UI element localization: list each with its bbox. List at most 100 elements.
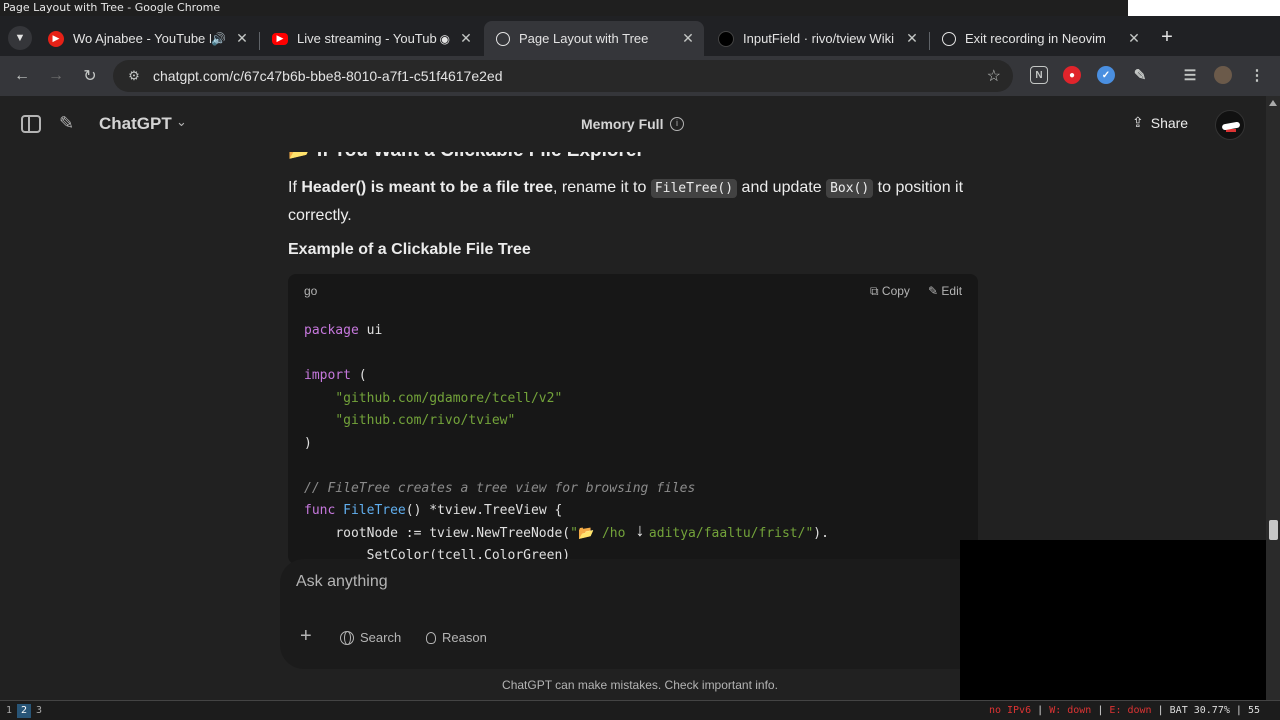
attach-plus-icon[interactable]: +: [300, 625, 312, 648]
youtube-music-icon: ▶: [48, 30, 64, 47]
reload-icon[interactable]: ↻: [78, 64, 102, 88]
tab-strip: ▼ ▶ Wo Ajnabee - YouTube M 🔊 ✕ ▶ Live st…: [0, 16, 1280, 56]
sidebar-toggle-icon[interactable]: [21, 115, 41, 133]
tab-live-streaming[interactable]: ▶ Live streaming - YouTub ◉ ✕: [260, 21, 482, 56]
tab-exit-recording[interactable]: Exit recording in Neovim ✕: [930, 21, 1150, 56]
scrollbar-thumb[interactable]: [1269, 520, 1278, 540]
new-tab-plus-icon[interactable]: +: [1155, 25, 1179, 49]
copy-icon: ⧉: [870, 284, 879, 298]
prompt-input[interactable]: Ask anything: [296, 573, 388, 591]
reason-label: Reason: [442, 630, 487, 645]
scroll-down-arrow-icon[interactable]: ↓: [626, 520, 654, 548]
code-token: "github.com/rivo/tview": [335, 413, 516, 428]
code-token: ): [304, 435, 312, 451]
bolt-extension-icon[interactable]: ✓: [1097, 66, 1115, 84]
tab-youtube-music[interactable]: ▶ Wo Ajnabee - YouTube M 🔊 ✕: [36, 21, 258, 56]
scroll-up-icon[interactable]: [1269, 100, 1277, 106]
info-icon[interactable]: i: [670, 117, 684, 131]
model-selector[interactable]: ChatGPT: [99, 114, 172, 134]
bookmark-star-icon[interactable]: ☆: [987, 66, 1001, 86]
workspace-2[interactable]: 2: [17, 704, 31, 718]
paragraph: If Header() is meant to be a file tree, …: [288, 174, 978, 229]
code-token: ).: [813, 525, 829, 541]
memory-status[interactable]: Memory Full: [581, 116, 663, 132]
share-button[interactable]: ⇪ Share: [1132, 114, 1188, 131]
tab-title: Wo Ajnabee - YouTube M: [73, 31, 212, 46]
copy-label: Copy: [881, 284, 910, 298]
code-token: package: [304, 323, 359, 338]
code-comment: // FileTree creates a tree view for brow…: [304, 480, 696, 496]
battery-status: BAT 30.77%: [1169, 705, 1230, 716]
forward-arrow-icon[interactable]: →: [44, 64, 68, 88]
close-tab-icon[interactable]: ✕: [902, 30, 922, 47]
browser-toolbar: ← → ↻ ⚙ chatgpt.com/c/67c47b6b-bbe8-8010…: [0, 56, 1280, 96]
youtube-icon: ▶: [272, 32, 288, 45]
tab-search-chevron-icon[interactable]: ▼: [8, 26, 32, 50]
url-text[interactable]: chatgpt.com/c/67c47b6b-bbe8-8010-a7f1-c5…: [153, 68, 502, 84]
ethernet-status: E: down: [1109, 705, 1152, 716]
speaker-icon[interactable]: 🔊: [211, 32, 226, 46]
inline-code: Box(): [826, 179, 874, 198]
workspace-3[interactable]: 3: [32, 704, 46, 718]
code-token: "📂 /ho aditya/faaltu/frist/": [570, 525, 814, 541]
search-label: Search: [360, 630, 402, 645]
example-heading: Example of a Clickable File Tree: [288, 241, 531, 258]
close-tab-icon[interactable]: ✕: [678, 30, 698, 47]
edit-code-button[interactable]: ✎ Edit: [928, 284, 962, 298]
code-token: ui: [358, 323, 383, 338]
code-token: import: [304, 368, 351, 383]
edit-label: Edit: [941, 284, 963, 298]
tab-title: Page Layout with Tree: [519, 31, 649, 46]
tab-title: Live streaming - YouTub: [297, 31, 437, 46]
site-settings-icon[interactable]: ⚙: [119, 68, 149, 84]
copy-code-button[interactable]: ⧉ Copy: [870, 284, 910, 299]
desktop-status-bar: 1 2 3 no IPv6 | W: down | E: down | BAT …: [0, 700, 1280, 720]
reason-button[interactable]: Reason: [426, 630, 487, 645]
tab-title: Exit recording in Neovim: [965, 31, 1106, 46]
search-button[interactable]: Search: [340, 630, 401, 645]
code-token: func: [304, 503, 336, 518]
recording-icon: ◉: [439, 31, 450, 46]
code-language: go: [304, 284, 318, 298]
user-avatar[interactable]: [1215, 110, 1245, 140]
close-tab-icon[interactable]: ✕: [232, 30, 252, 47]
page-scrollbar[interactable]: [1266, 96, 1280, 700]
status-extra: 55: [1247, 705, 1260, 716]
para-text: If: [288, 179, 302, 196]
ipv6-status: no IPv6: [988, 705, 1032, 716]
code-content: package ui import ( "github.com/gdamore/…: [304, 320, 829, 564]
code-token: rootNode := tview.NewTreeNode(: [335, 525, 571, 541]
chrome-menu-icon[interactable]: ⋮: [1248, 66, 1266, 84]
para-bold: Header() is meant to be a file tree: [301, 179, 553, 196]
address-bar[interactable]: ⚙ chatgpt.com/c/67c47b6b-bbe8-8010-a7f1-…: [113, 60, 1013, 92]
inline-code: FileTree(): [650, 179, 738, 198]
profile-avatar[interactable]: [1214, 66, 1232, 84]
chevron-down-icon[interactable]: ⌄: [176, 114, 187, 130]
notion-extension-icon[interactable]: N: [1030, 66, 1048, 84]
new-chat-icon[interactable]: ✎: [59, 113, 81, 135]
code-token: (: [350, 368, 367, 383]
para-text: , rename it to: [552, 179, 651, 196]
back-arrow-icon[interactable]: ←: [10, 64, 34, 88]
share-upload-icon: ⇪: [1132, 114, 1144, 130]
close-tab-icon[interactable]: ✕: [456, 30, 476, 47]
chatgpt-icon: [496, 31, 510, 46]
chatgpt-header: ✎ ChatGPT ⌄ Memory Full i ⇪ Share: [0, 96, 1266, 152]
record-extension-icon[interactable]: ●: [1063, 66, 1081, 84]
tab-inputfield-wiki[interactable]: InputField · rivo/tview Wiki ✕: [706, 21, 928, 56]
tab-page-layout[interactable]: Page Layout with Tree ✕: [484, 21, 704, 56]
window-title: Page Layout with Tree - Google Chrome: [0, 0, 1280, 16]
composer: Ask anything + Search Reason: [280, 559, 986, 669]
code-token: "github.com/gdamore/tcell/v2": [335, 390, 563, 406]
extensions-puzzle-icon[interactable]: ✎: [1131, 66, 1149, 84]
chatgpt-page: 📂 If You Want a Clickable File Explorer …: [0, 96, 1280, 700]
code-token: () *tview.TreeView {: [405, 503, 563, 518]
workspace-1[interactable]: 1: [2, 704, 16, 718]
status-indicators: no IPv6 | W: down | E: down | BAT 30.77%…: [988, 705, 1260, 716]
lightbulb-icon: [426, 631, 436, 644]
close-tab-icon[interactable]: ✕: [1124, 30, 1144, 47]
chatgpt-icon: [942, 31, 956, 46]
share-label: Share: [1150, 114, 1189, 131]
edit-pencil-icon: ✎: [928, 284, 939, 298]
media-control-icon[interactable]: ☰: [1181, 66, 1199, 84]
